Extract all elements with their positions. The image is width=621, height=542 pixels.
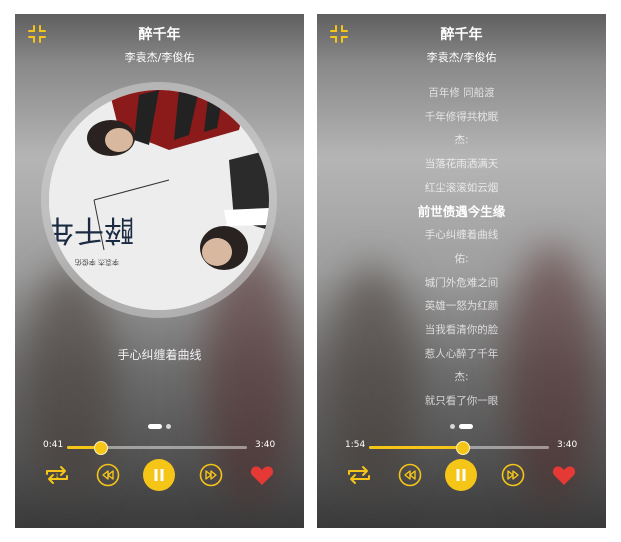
current-lyric: 手心纠缠着曲线 xyxy=(117,348,202,362)
next-track-icon xyxy=(199,463,223,487)
next-track-icon xyxy=(501,463,525,487)
svg-text:李袁杰 李俊佑: 李袁杰 李俊佑 xyxy=(75,258,119,267)
page-dot-active xyxy=(148,424,162,429)
elapsed-time: 0:41 xyxy=(43,440,64,450)
previous-track-icon xyxy=(398,463,422,487)
progress-bar[interactable] xyxy=(369,441,549,455)
pause-button[interactable] xyxy=(445,459,477,491)
page-dot-active xyxy=(459,424,473,429)
player-screen-lyrics-view: 醉千年 李袁杰/李俊佑 百年修 同船渡 千年修得共枕眠 杰: 当落花雨洒满天 红尘滚滚如… xyxy=(317,14,606,528)
lyric-line[interactable]: 就只看了你一眼 xyxy=(317,390,606,414)
album-cover: 醉千年 李袁杰 李俊佑 xyxy=(49,90,269,310)
album-disc: 醉千年 李袁杰 李俊佑 xyxy=(41,82,277,318)
page-indicator xyxy=(317,416,606,429)
lyric-line[interactable]: 城门外危难之间 xyxy=(317,272,606,296)
favorite-button[interactable] xyxy=(549,460,579,490)
lyric-line[interactable]: 佑: xyxy=(317,248,606,272)
heart-icon xyxy=(250,466,274,485)
lyric-line[interactable]: 手心纠缠着曲线 xyxy=(317,224,606,248)
repeat-icon xyxy=(348,466,370,484)
page-dot xyxy=(166,424,171,429)
song-artist: 李袁杰/李俊佑 xyxy=(124,51,195,64)
progress-fill xyxy=(369,446,463,449)
lyric-line[interactable]: 红尘滚滚如云烟 xyxy=(317,177,606,201)
elapsed-time: 1:54 xyxy=(345,440,366,450)
repeat-one-icon: 1 xyxy=(46,466,68,484)
heart-icon xyxy=(552,466,576,485)
previous-track-button[interactable] xyxy=(93,460,123,490)
next-track-button[interactable] xyxy=(196,460,226,490)
song-title: 醉千年 xyxy=(440,27,483,43)
previous-track-button[interactable] xyxy=(395,460,425,490)
previous-track-icon xyxy=(96,463,120,487)
lyric-line[interactable]: 百年修 同船渡 xyxy=(317,82,606,106)
lyric-line[interactable]: 杰: xyxy=(317,366,606,390)
progress-knob[interactable] xyxy=(94,441,109,455)
svg-text:醉千年: 醉千年 xyxy=(49,212,134,247)
pause-button[interactable] xyxy=(143,459,175,491)
lyric-line-current[interactable]: 前世债遇今生缘 xyxy=(317,200,606,224)
player-screen-disc-view: 醉千年 李袁杰/李俊佑 醉千年 李袁杰 李俊佑 手心纠缠着曲线 0:41 3:4… xyxy=(15,14,304,528)
favorite-button[interactable] xyxy=(247,460,277,490)
next-track-button[interactable] xyxy=(498,460,528,490)
repeat-button[interactable] xyxy=(345,460,373,490)
duration-time: 3:40 xyxy=(557,440,578,450)
svg-text:1: 1 xyxy=(55,473,59,480)
page-indicator xyxy=(15,416,304,429)
page-dot xyxy=(450,424,455,429)
lyric-line[interactable]: 千年修得共枕眠 xyxy=(317,106,606,130)
lyrics-list[interactable]: 百年修 同船渡 千年修得共枕眠 杰: 当落花雨洒满天 红尘滚滚如云烟 前世债遇今生缘 手心纠… xyxy=(317,82,606,414)
lyric-line[interactable]: 当落花雨洒满天 xyxy=(317,153,606,177)
repeat-one-button[interactable]: 1 xyxy=(43,460,71,490)
song-artist: 李袁杰/李俊佑 xyxy=(426,51,497,64)
pause-icon xyxy=(456,469,466,481)
progress-bar[interactable] xyxy=(67,441,247,455)
lyric-line[interactable]: 惹人心醉了千年 xyxy=(317,343,606,367)
duration-time: 3:40 xyxy=(255,440,276,450)
lyric-line[interactable]: 杰: xyxy=(317,129,606,153)
song-title: 醉千年 xyxy=(138,27,181,43)
progress-knob[interactable] xyxy=(456,441,471,455)
pause-icon xyxy=(154,469,164,481)
lyric-line[interactable]: 当我看清你的脸 xyxy=(317,319,606,343)
lyric-line[interactable]: 英雄一怒为红颜 xyxy=(317,295,606,319)
